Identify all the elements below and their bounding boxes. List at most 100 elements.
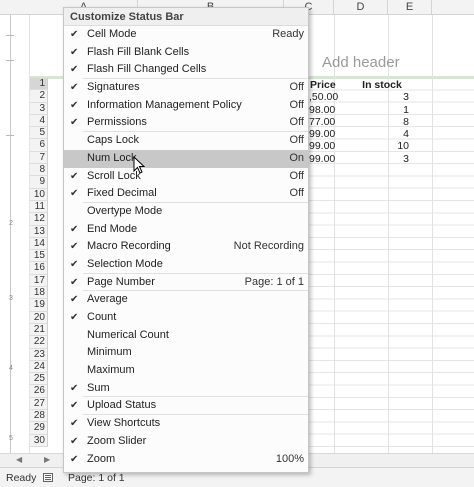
row-header[interactable]: 8 [30,164,48,177]
row-header[interactable]: 10 [30,188,48,201]
menu-item-view-shortcuts[interactable]: ✔ View Shortcuts [64,415,308,433]
menu-item-permissions[interactable]: ✔ Permissions Off [64,114,308,132]
row-header[interactable]: 19 [30,299,48,312]
stock-cell[interactable]: 1 [335,104,411,116]
menu-item-count[interactable]: ✔ Count [64,309,308,327]
row-header[interactable]: 14 [30,237,48,251]
stock-cell[interactable]: 3 [335,153,411,165]
checkmark-icon: ✔ [70,170,79,182]
customize-status-bar-menu: Customize Status Bar ✔ Cell Mode Ready ✔ Fla… [63,7,309,473]
menu-item-caps-lock[interactable]: Caps Lock Off [64,132,308,150]
row-header[interactable]: 9 [30,176,48,189]
row-header[interactable]: 1 [30,78,48,91]
row-header[interactable]: 22 [30,336,48,349]
menu-item-value: On [289,151,304,164]
menu-item-label: Zoom Slider [87,434,147,447]
menu-item-value: Off [289,81,304,94]
menu-item-flash-fill-changed-cells[interactable]: ✔ Flash Fill Changed Cells [64,61,308,79]
stock-cell[interactable]: 8 [335,116,411,128]
menu-item-label: Flash Fill Changed Cells [87,63,207,76]
row-header[interactable]: 24 [30,360,48,374]
row-header[interactable]: 7 [30,151,48,165]
column-divider [432,15,433,453]
row-header[interactable]: 11 [30,200,48,214]
menu-item-fixed-decimal[interactable]: ✔ Fixed Decimal Off [64,185,308,203]
price-header[interactable]: Price [309,79,336,91]
menu-item-macro-recording[interactable]: ✔ Macro Recording Not Recording [64,238,308,256]
stock-header[interactable]: In stock [335,79,411,91]
stock-cell[interactable]: 4 [335,128,411,140]
menu-item-value: 100% [275,452,304,465]
row-header[interactable]: 3 [30,102,48,115]
table-row: 99.00 3 [309,153,411,165]
row-header[interactable]: 27 [30,397,48,411]
menu-item-flash-fill-blank-cells[interactable]: ✔ Flash Fill Blank Cells [64,44,308,62]
checkmark-icon: ✔ [70,241,79,253]
menu-item-label: Maximum [87,364,135,377]
row-header[interactable]: 12 [30,213,48,226]
row-header[interactable]: 5 [30,127,48,140]
price-cell[interactable]: 98.00 [309,104,335,116]
menu-item-numerical-count[interactable]: Numerical Count [64,327,308,345]
price-cell[interactable]: 99.00 [309,153,335,165]
row-header[interactable]: 15 [30,250,48,263]
row-header[interactable]: 18 [30,287,48,300]
menu-item-upload-status[interactable]: ✔ Upload Status [64,397,308,415]
row-header[interactable]: 16 [30,262,48,275]
table-row: 98.00 1 [309,104,411,116]
row-header[interactable]: 28 [30,410,48,423]
menu-item-label: Count [87,311,117,323]
scroll-right-icon[interactable]: ▶ [44,455,50,464]
row-header[interactable]: 29 [30,422,48,435]
row-header[interactable]: 23 [30,348,48,361]
menu-item-cell-mode[interactable]: ✔ Cell Mode Ready [64,26,308,44]
scroll-left-icon[interactable]: ◀ [16,455,22,464]
price-cell[interactable]: 99.00 [309,140,335,152]
checkmark-icon: ✔ [70,382,79,394]
menu-item-information-management-policy[interactable]: ✔ Information Management Policy Off [64,97,308,115]
add-header-placeholder[interactable]: Add header [322,54,400,71]
table-row: 99.00 10 [309,140,411,152]
menu-item-value: Off [289,134,304,147]
menu-item-selection-mode[interactable]: ✔ Selection Mode [64,256,308,274]
ruler-mark: 2 [9,220,13,227]
menu-item-page-number[interactable]: ✔ Page Number Page: 1 of 1 [64,274,308,292]
menu-item-average[interactable]: ✔ Average [64,291,308,309]
row-header[interactable]: 4 [30,114,48,128]
menu-item-label: Zoom [87,452,116,465]
row-header[interactable]: 6 [30,139,48,152]
row-header[interactable]: 13 [30,225,48,238]
menu-item-label: Permissions [87,116,147,129]
menu-item-scroll-lock[interactable]: ✔ Scroll Lock Off [64,168,308,186]
menu-item-value: Off [289,116,304,129]
menu-item-zoom[interactable]: ✔ Zoom 100% [64,451,308,469]
menu-item-label: Numerical Count [87,328,169,341]
menu-item-minimum[interactable]: Minimum [64,344,308,362]
price-cell[interactable]: ,50.00 [309,91,338,103]
stock-cell[interactable]: 10 [335,140,411,152]
row-header[interactable]: 26 [30,385,48,398]
menu-item-signatures[interactable]: ✔ Signatures Off [64,79,308,97]
row-headers: 1 2 3 4 5 6 7 8 9 10 11 12 13 14 15 16 17 18 19 20 21 22 23 24 2… [30,78,48,447]
menu-item-num-lock[interactable]: Num Lock On [64,149,308,168]
menu-item-zoom-slider[interactable]: ✔ Zoom Slider [64,433,308,451]
row-header[interactable]: 25 [30,373,48,386]
menu-item-label: Average [87,293,128,306]
ruler-tick [6,60,14,61]
menu-item-maximum[interactable]: Maximum [64,362,308,380]
price-cell[interactable]: 99.00 [309,128,335,140]
row-header[interactable]: 30 [30,434,48,447]
menu-item-overtype-mode[interactable]: Overtype Mode [64,203,308,221]
menu-item-sum[interactable]: ✔ Sum [64,380,308,398]
column-header-e[interactable]: E [388,0,432,15]
row-header[interactable]: 2 [30,90,48,103]
row-header[interactable]: 21 [30,323,48,337]
macro-record-icon[interactable] [43,473,53,482]
menu-item-end-mode[interactable]: ✔ End Mode [64,221,308,239]
row-header[interactable]: 17 [30,274,48,288]
checkmark-icon: ✔ [70,276,79,288]
column-header-d[interactable]: D [334,0,388,15]
stock-cell[interactable]: 3 [335,91,411,103]
row-header[interactable]: 20 [30,311,48,324]
price-cell[interactable]: 77.00 [309,116,335,128]
